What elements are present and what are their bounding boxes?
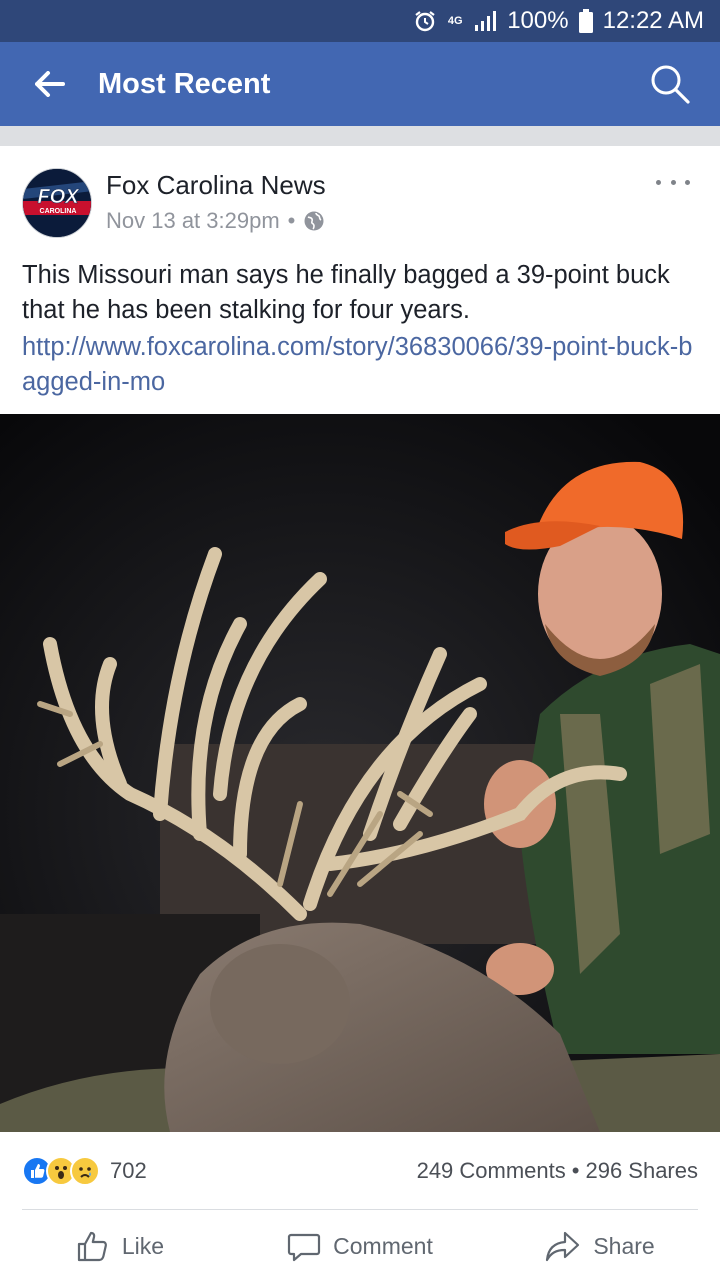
reaction-icons (22, 1156, 100, 1186)
comment-label: Comment (333, 1232, 433, 1259)
reaction-count: 702 (110, 1158, 147, 1183)
thumbs-up-icon (77, 1231, 107, 1262)
svg-text:FOX: FOX (37, 186, 80, 208)
comment-button[interactable]: Comment (240, 1229, 480, 1263)
signal-icon (473, 10, 497, 32)
engagement-stats: 249 Comments • 296 Shares (417, 1158, 698, 1184)
avatar[interactable]: FOX CAROLINA (22, 168, 92, 238)
search-button[interactable] (640, 54, 700, 114)
post-header: FOX CAROLINA Fox Carolina News Nov 13 at… (0, 146, 720, 246)
post-photo[interactable] (0, 414, 720, 1132)
hunter-with-buck-image (0, 414, 720, 1132)
battery-icon (578, 9, 593, 33)
search-icon (651, 65, 690, 104)
back-arrow-icon (35, 71, 65, 97)
stats-separator: • (571, 1158, 580, 1183)
alarm-icon (413, 9, 437, 33)
more-options-button[interactable] (656, 172, 690, 192)
meta-separator: • (287, 208, 296, 233)
clock: 12:22 AM (602, 7, 704, 34)
network-type-icon: 4G (447, 14, 463, 27)
back-button[interactable] (22, 56, 78, 112)
more-dot-icon (670, 179, 676, 185)
reactions-summary[interactable]: 702 249 Comments • 296 Shares (0, 1136, 720, 1206)
post-author[interactable]: Fox Carolina News (106, 170, 326, 201)
post-meta: Nov 13 at 3:29pm • (106, 208, 325, 234)
share-label: Share (593, 1232, 655, 1259)
fox-carolina-logo: FOX CAROLINA (23, 169, 91, 237)
svg-text:CAROLINA: CAROLINA (40, 208, 77, 215)
share-arrow-icon (546, 1231, 580, 1262)
comment-bubble-icon (288, 1233, 321, 1262)
post-actions: Like Comment Share (0, 1212, 720, 1280)
post-timestamp[interactable]: Nov 13 at 3:29pm (106, 208, 280, 234)
like-label: Like (121, 1232, 165, 1259)
app-bar: Most Recent (0, 42, 720, 126)
actions-divider (22, 1209, 698, 1210)
more-dot-icon (656, 179, 661, 185)
sad-reaction-icon (70, 1156, 100, 1186)
comments-count[interactable]: 249 Comments (417, 1158, 566, 1184)
post-text: This Missouri man says he finally bagged… (22, 261, 670, 324)
share-button[interactable]: Share (480, 1229, 720, 1263)
like-button[interactable]: Like (0, 1229, 240, 1263)
battery-percent: 100% (507, 7, 569, 34)
network-type-label: 4G (447, 14, 463, 27)
shares-count[interactable]: 296 Shares (585, 1158, 698, 1184)
status-bar: 4G 100% 12:22 AM (0, 0, 720, 42)
post-link[interactable]: http://www.foxcarolina.com/story/3683006… (22, 330, 702, 400)
more-dot-icon (685, 179, 690, 185)
page-title: Most Recent (98, 67, 271, 100)
globe-icon (304, 211, 324, 231)
feed-separator (0, 126, 720, 146)
